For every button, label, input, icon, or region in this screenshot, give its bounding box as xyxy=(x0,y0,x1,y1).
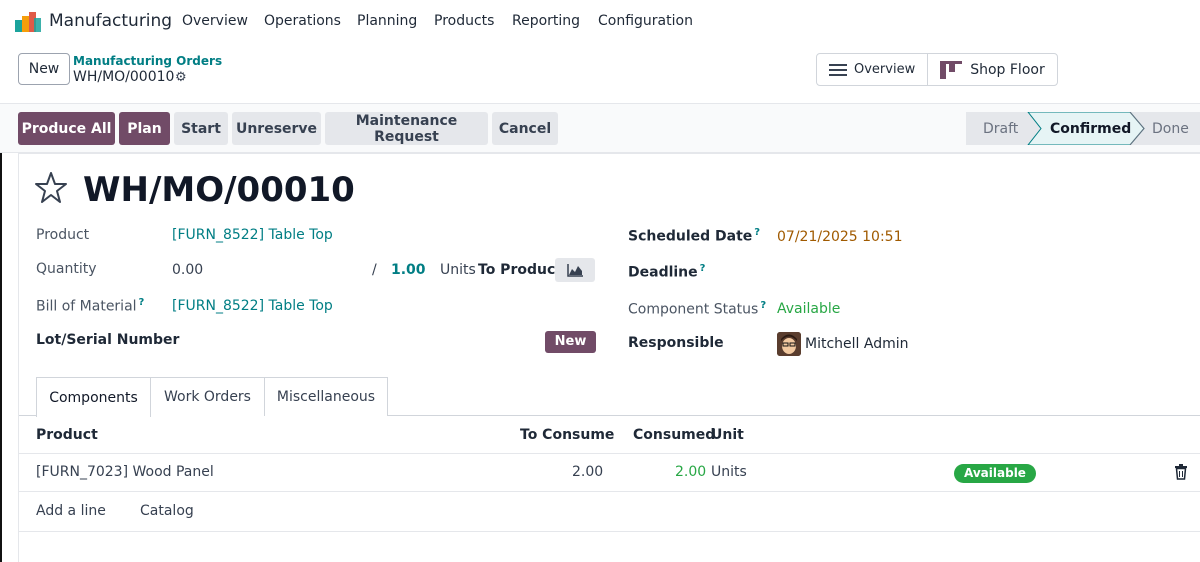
product-label: Product xyxy=(36,227,90,243)
quantity-total-field[interactable]: 1.00 xyxy=(391,262,426,278)
manufacturing-app-icon[interactable] xyxy=(15,12,41,32)
action-bar: Produce All Plan Start Unreserve Mainten… xyxy=(0,104,1200,153)
row-consumed[interactable]: 2.00 xyxy=(675,464,706,480)
overview-view-label: Overview xyxy=(854,62,916,77)
component-status-label: Component Status? xyxy=(628,300,767,318)
control-panel: New Manufacturing Orders WH/MO/00010 ⚙ O… xyxy=(0,44,1200,104)
menu-products[interactable]: Products xyxy=(434,13,494,29)
menu-reporting[interactable]: Reporting xyxy=(512,13,580,29)
shop-floor-label: Shop Floor xyxy=(970,61,1045,78)
list-icon xyxy=(829,63,847,76)
forecast-chart-button[interactable] xyxy=(555,258,595,282)
shop-floor-button[interactable]: Shop Floor xyxy=(927,54,1057,85)
tab-components[interactable]: Components xyxy=(36,377,151,417)
stage-confirmed[interactable]: Confirmed xyxy=(1050,112,1131,145)
quantity-separator: / xyxy=(372,262,377,278)
menu-overview[interactable]: Overview xyxy=(182,13,248,29)
catalog-link[interactable]: Catalog xyxy=(140,503,194,519)
table-row[interactable]: [FURN_7023] Wood Panel 2.00 2.00 Units A… xyxy=(19,454,1200,492)
row-to-consume[interactable]: 2.00 xyxy=(572,464,603,480)
record-title: WH/MO/00010 xyxy=(83,170,355,210)
new-lot-button[interactable]: New xyxy=(545,331,596,353)
tab-work-orders[interactable]: Work Orders xyxy=(150,377,265,416)
tab-miscellaneous[interactable]: Miscellaneous xyxy=(264,377,388,416)
form-sheet: WH/MO/00010 Product [FURN_8522] Table To… xyxy=(18,153,1200,562)
menu-operations[interactable]: Operations xyxy=(264,13,341,29)
scheduled-date-label: Scheduled Date? xyxy=(628,227,761,245)
star-icon[interactable] xyxy=(34,171,68,205)
tab-components-label: Components xyxy=(49,389,138,406)
view-switcher: Overview Shop Floor xyxy=(816,53,1058,86)
lot-label: Lot/Serial Number xyxy=(36,332,180,348)
trash-icon[interactable] xyxy=(1174,464,1188,480)
start-button[interactable]: Start xyxy=(174,112,228,145)
product-field[interactable]: [FURN_8522] Table Top xyxy=(172,227,333,243)
col-to-consume[interactable]: To Consume xyxy=(520,427,614,443)
scheduled-date-field[interactable]: 07/21/2025 10:51 xyxy=(777,229,903,245)
shop-floor-icon xyxy=(940,60,963,79)
breadcrumb-manufacturing-orders[interactable]: Manufacturing Orders xyxy=(73,54,222,68)
top-navbar: Manufacturing Overview Operations Planni… xyxy=(0,0,1200,44)
menu-configuration[interactable]: Configuration xyxy=(598,13,693,29)
tab-miscellaneous-label: Miscellaneous xyxy=(276,389,376,405)
notebook-tabs: Components Work Orders Miscellaneous xyxy=(19,377,1200,417)
maintenance-request-button[interactable]: Maintenance Request xyxy=(325,112,488,145)
deadline-help-icon[interactable]: ? xyxy=(700,263,706,274)
to-produce-label: To Produce xyxy=(478,262,565,278)
component-status-value: Available xyxy=(777,301,841,317)
quantity-produced-field[interactable]: 0.00 xyxy=(172,262,203,278)
bom-help-icon[interactable]: ? xyxy=(139,297,145,308)
status-bar: Draft Confirmed Done xyxy=(966,112,1200,145)
plan-button[interactable]: Plan xyxy=(119,112,170,145)
app-name[interactable]: Manufacturing xyxy=(49,11,172,31)
components-table-header: Product To Consume Consumed Unit xyxy=(19,416,1200,454)
add-line-link[interactable]: Add a line xyxy=(36,503,106,519)
cancel-button[interactable]: Cancel xyxy=(492,112,558,145)
quantity-label: Quantity xyxy=(36,261,97,277)
bom-field[interactable]: [FURN_8522] Table Top xyxy=(172,298,333,314)
col-consumed[interactable]: Consumed xyxy=(633,427,715,443)
component-status-help-icon[interactable]: ? xyxy=(760,300,766,311)
menu-planning[interactable]: Planning xyxy=(357,13,417,29)
add-line-row: Add a line Catalog xyxy=(19,492,1200,532)
scheduled-help-icon[interactable]: ? xyxy=(754,227,760,238)
tab-work-orders-label: Work Orders xyxy=(164,389,251,405)
col-unit[interactable]: Unit xyxy=(711,427,744,443)
unreserve-button[interactable]: Unreserve xyxy=(232,112,321,145)
deadline-label: Deadline? xyxy=(628,263,706,281)
row-product[interactable]: [FURN_7023] Wood Panel xyxy=(36,464,214,480)
col-product[interactable]: Product xyxy=(36,427,98,443)
responsible-label: Responsible xyxy=(628,335,724,351)
stage-done[interactable]: Done xyxy=(1152,112,1189,145)
responsible-field[interactable]: Mitchell Admin xyxy=(805,336,909,352)
avatar xyxy=(777,332,801,356)
bom-label: Bill of Material? xyxy=(36,297,145,315)
new-button[interactable]: New xyxy=(18,53,70,85)
produce-all-button[interactable]: Produce All xyxy=(18,112,115,145)
status-badge: Available xyxy=(954,464,1036,483)
quantity-uom[interactable]: Units xyxy=(440,262,476,278)
row-unit[interactable]: Units xyxy=(711,464,747,480)
area-chart-icon xyxy=(567,264,583,277)
stage-draft[interactable]: Draft xyxy=(983,112,1018,145)
overview-view-button[interactable]: Overview xyxy=(817,54,927,85)
gear-icon[interactable]: ⚙ xyxy=(175,70,187,85)
breadcrumb-current: WH/MO/00010 xyxy=(73,69,175,85)
